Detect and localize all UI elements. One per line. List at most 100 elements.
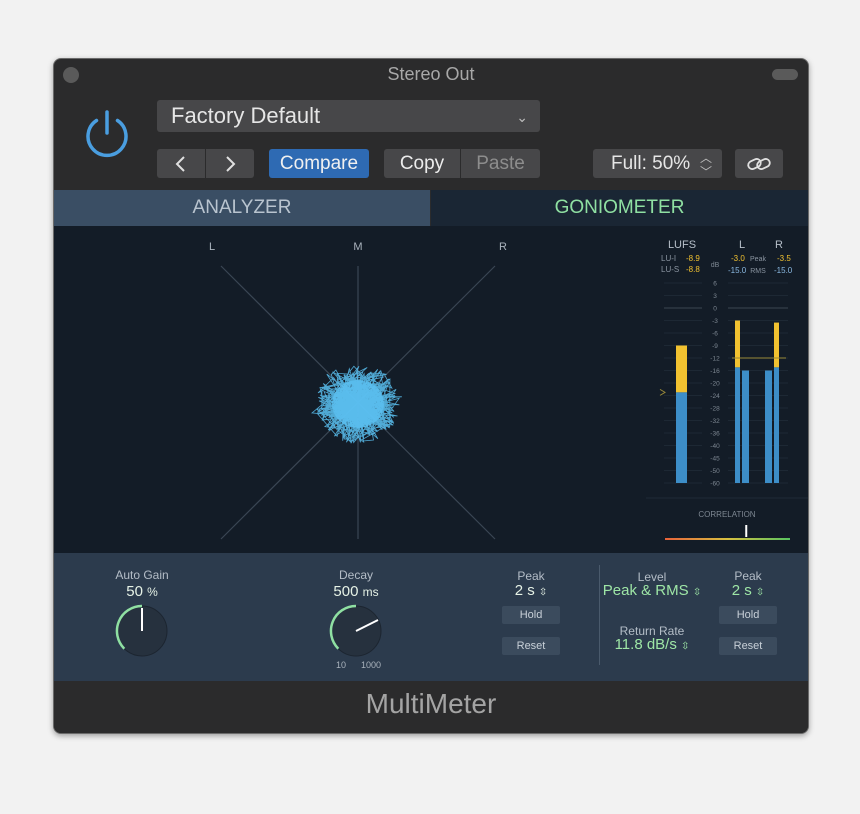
db-scale-tick: 3 bbox=[713, 293, 717, 300]
peak-row-label: Peak bbox=[750, 256, 766, 263]
db-scale-tick: -20 bbox=[710, 381, 720, 388]
db-scale-tick: -16 bbox=[710, 368, 720, 375]
reset-left-button[interactable]: Reset bbox=[502, 637, 560, 655]
right-peak-value: -3.5 bbox=[777, 254, 791, 263]
right-rms-bar-2 bbox=[765, 370, 772, 483]
peak-left-menu[interactable]: 2 s ⇳ bbox=[501, 582, 561, 599]
meter-right-header: R bbox=[775, 239, 783, 251]
auto-gain-value: 50 % bbox=[102, 583, 182, 600]
tab-analyzer[interactable]: ANALYZER bbox=[54, 190, 430, 226]
db-scale-tick: -32 bbox=[710, 418, 720, 425]
lufs-bar-rms bbox=[676, 392, 687, 483]
gonio-label-m: M bbox=[353, 241, 362, 253]
power-icon bbox=[86, 110, 128, 158]
db-scale-tick: -6 bbox=[712, 331, 718, 338]
stereo-phase-cloud bbox=[311, 365, 402, 444]
lu-s-label: LU-S bbox=[661, 265, 679, 274]
gonio-label-l: L bbox=[209, 241, 215, 253]
decay-min-label: 10 bbox=[336, 660, 347, 670]
updown-icon: ⇳ bbox=[681, 641, 690, 652]
updown-icon: ⇳ bbox=[692, 587, 702, 598]
updown-icon: ⇳ bbox=[538, 587, 548, 598]
rms-row-label: RMS bbox=[750, 268, 766, 275]
auto-gain-number: 50 bbox=[126, 583, 143, 600]
db-scale-tick: -40 bbox=[710, 443, 720, 450]
correlation-bar bbox=[665, 538, 790, 540]
link-icon bbox=[747, 158, 771, 170]
power-button[interactable] bbox=[80, 106, 134, 160]
zoom-label: Full: 50% bbox=[611, 153, 691, 174]
meter-display: L M R LUFS L R LU-I -8.9 LU-S -8.8 dB -3… bbox=[54, 226, 808, 553]
window-close-button[interactable] bbox=[63, 67, 79, 83]
updown-icon: ⇳ bbox=[755, 587, 765, 598]
db-scale-tick: -50 bbox=[710, 468, 720, 475]
chevron-down-icon: ⌄ bbox=[516, 109, 528, 125]
db-scale-tick: -60 bbox=[710, 481, 720, 488]
return-rate-menu[interactable]: 11.8 dB/s ⇳ bbox=[592, 636, 712, 653]
peak-left-label: Peak bbox=[517, 569, 545, 583]
peak-right-label: Peak bbox=[734, 569, 762, 583]
db-scale-tick: 6 bbox=[713, 281, 717, 288]
meter-left-header: L bbox=[739, 239, 745, 251]
left-rms-bar bbox=[735, 367, 740, 483]
peak-right-menu[interactable]: 2 s ⇳ bbox=[718, 582, 778, 599]
compare-button[interactable]: Compare bbox=[269, 149, 369, 178]
level-menu[interactable]: Peak & RMS ⇳ bbox=[592, 582, 712, 599]
copy-button[interactable]: Copy bbox=[384, 149, 460, 178]
level-meter: LUFS L R LU-I -8.9 LU-S -8.8 dB -3.0 Pea… bbox=[646, 226, 808, 553]
correlation-label: CORRELATION bbox=[698, 510, 755, 519]
plugin-window: Stereo Out Factory Default ⌄ Compare Cop… bbox=[53, 58, 809, 734]
paste-button[interactable]: Paste bbox=[461, 149, 540, 178]
left-peak-value: -3.0 bbox=[731, 254, 745, 263]
right-peak-bar bbox=[774, 322, 779, 368]
preset-menu[interactable]: Factory Default ⌄ bbox=[157, 100, 540, 132]
decay-label: Decay bbox=[338, 568, 373, 582]
db-scale-tick: -9 bbox=[712, 343, 718, 350]
decay-number: 500 bbox=[333, 583, 359, 600]
hold-left-button[interactable]: Hold bbox=[502, 606, 560, 624]
auto-gain-knob[interactable] bbox=[112, 601, 172, 661]
decay-value: 500 ms bbox=[316, 583, 396, 600]
hold-right-button[interactable]: Hold bbox=[719, 606, 777, 624]
window-title: Stereo Out bbox=[387, 64, 475, 84]
db-label: dB bbox=[711, 262, 720, 269]
left-peak-bar bbox=[735, 320, 740, 368]
lufs-header: LUFS bbox=[668, 239, 696, 251]
db-scale-tick: -3 bbox=[712, 318, 718, 325]
gonio-label-r: R bbox=[499, 241, 507, 253]
db-scale-tick: 0 bbox=[713, 306, 717, 313]
next-preset-button[interactable] bbox=[206, 149, 254, 178]
stepper-arrows-icon: ︿ ﹀ bbox=[699, 151, 712, 179]
decay-knob[interactable] bbox=[326, 601, 386, 661]
peak-right-value: 2 s bbox=[731, 582, 752, 599]
controls-panel: Auto Gain 50 % Decay 500 ms 10 1000 Peak… bbox=[54, 553, 808, 681]
peak-left-value: 2 s bbox=[514, 582, 535, 599]
auto-gain-unit: % bbox=[147, 585, 158, 599]
preset-name: Factory Default bbox=[171, 103, 321, 128]
zoom-menu[interactable]: Full: 50% ︿ ﹀ bbox=[593, 149, 722, 179]
return-rate-value: 11.8 dB/s bbox=[614, 636, 677, 653]
tab-goniometer[interactable]: GONIOMETER bbox=[431, 190, 808, 226]
chevron-right-icon bbox=[226, 156, 236, 172]
lufs-target-marker bbox=[659, 388, 666, 396]
goniometer-display: L M R bbox=[209, 241, 507, 540]
left-rms-value: -15.0 bbox=[728, 266, 747, 275]
window-resize-button[interactable] bbox=[772, 69, 798, 80]
lu-i-value: -8.9 bbox=[686, 254, 700, 263]
link-button[interactable] bbox=[735, 149, 783, 178]
plugin-name: MultiMeter bbox=[54, 681, 808, 733]
db-scale-tick: -24 bbox=[710, 393, 720, 400]
db-scale-tick: -28 bbox=[710, 406, 720, 413]
db-scale-tick: -45 bbox=[710, 456, 720, 463]
db-scale-tick: -36 bbox=[710, 431, 720, 438]
reset-right-button[interactable]: Reset bbox=[719, 637, 777, 655]
meter-bars bbox=[659, 320, 786, 483]
lu-s-value: -8.8 bbox=[686, 265, 700, 274]
level-value: Peak & RMS bbox=[602, 582, 689, 599]
auto-gain-label: Auto Gain bbox=[115, 568, 169, 582]
right-rms-value: -15.0 bbox=[774, 266, 793, 275]
lu-i-label: LU-I bbox=[661, 254, 676, 263]
lufs-bar-peak bbox=[676, 345, 687, 393]
previous-preset-button[interactable] bbox=[157, 149, 205, 178]
chevron-left-icon bbox=[175, 156, 185, 172]
